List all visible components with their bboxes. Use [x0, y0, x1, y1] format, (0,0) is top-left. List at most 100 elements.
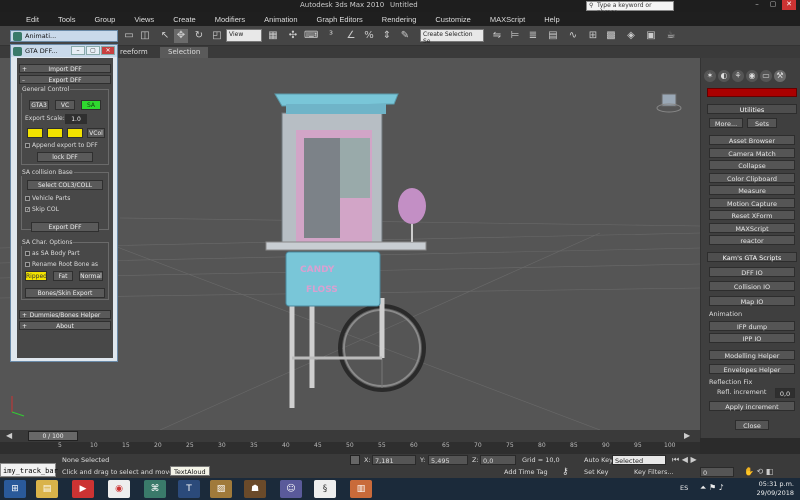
- bone-ripped-button[interactable]: Ripped: [25, 271, 47, 281]
- viewport-nav-icon[interactable]: ✋ ⟲ ◧: [744, 467, 773, 476]
- refl-increment-field[interactable]: 0,0: [775, 388, 795, 398]
- rendered-frame-icon[interactable]: ▣: [644, 29, 658, 43]
- export-scale-field[interactable]: 1.0: [65, 114, 87, 124]
- keyboard-shortcut-icon[interactable]: ⌨: [304, 29, 318, 43]
- bone-normal-button[interactable]: Normal: [79, 271, 103, 281]
- spinner-snap-icon[interactable]: ⇕: [380, 29, 394, 43]
- utilities-tab-icon[interactable]: ⚒: [774, 70, 786, 82]
- menu-maxscript[interactable]: MAXScript: [490, 15, 525, 24]
- maxscript-listener-mini[interactable]: imy_track_bar: [0, 463, 58, 477]
- select-col-button[interactable]: Select COL3/COLL: [27, 180, 103, 190]
- material-editor-icon[interactable]: ▩: [604, 29, 618, 43]
- textaloud-icon[interactable]: T: [178, 480, 200, 498]
- percent-snap-icon[interactable]: %: [362, 29, 376, 43]
- image-viewer-icon[interactable]: ▨: [210, 480, 232, 498]
- bone-fat-button[interactable]: Fat: [53, 271, 73, 281]
- rename-root-bone-checkbox[interactable]: Rename Root Bone as: [25, 261, 98, 268]
- display-tab-icon[interactable]: ▭: [760, 70, 772, 82]
- auto-key-label[interactable]: Auto Key: [584, 456, 613, 464]
- utility-reset-xform[interactable]: Reset XForm: [709, 210, 795, 220]
- y-coordinate-field[interactable]: 5,495: [428, 455, 468, 465]
- utility-camera-match[interactable]: Camera Match: [709, 148, 795, 158]
- animation-window-titlebar[interactable]: Animati...: [10, 30, 118, 42]
- gta-minimize-button[interactable]: –: [71, 46, 85, 55]
- language-indicator[interactable]: ES: [680, 484, 688, 492]
- rotate-icon[interactable]: ↻: [192, 29, 206, 43]
- move-icon[interactable]: ✥: [174, 29, 188, 43]
- reference-coord-dropdown[interactable]: View: [226, 29, 262, 42]
- utility-motion-capture[interactable]: Motion Capture: [709, 198, 795, 208]
- menu-views[interactable]: Views: [134, 15, 154, 24]
- gta-window-titlebar[interactable]: GTA DFF... – ▢ ✕: [11, 45, 117, 57]
- utility-reactor[interactable]: reactor: [709, 235, 795, 245]
- close-utility-button[interactable]: Close: [735, 420, 769, 430]
- scale-option-1[interactable]: [27, 128, 43, 138]
- system-clock[interactable]: 05:31 p.m. 29/09/2018: [757, 480, 794, 498]
- select-region-icon[interactable]: ▭: [122, 29, 136, 43]
- track-bar[interactable]: 5 10 15 20 25 30 35 40 45 50 55 60 65 70…: [0, 442, 700, 454]
- mirror-icon[interactable]: ⇋: [490, 29, 504, 43]
- about-rollout[interactable]: + About: [19, 321, 111, 330]
- slider-prev-icon[interactable]: ◀: [6, 431, 12, 440]
- render-setup-icon[interactable]: ◈: [624, 29, 638, 43]
- pivot-icon[interactable]: ▦: [266, 29, 280, 43]
- angle-snap-icon[interactable]: ∠: [344, 29, 358, 43]
- winrar-icon[interactable]: ▥: [350, 480, 372, 498]
- 3ds-max-icon[interactable]: ⌘: [144, 480, 166, 498]
- import-dff-rollout[interactable]: + Import DFF: [19, 64, 111, 73]
- curve-editor-icon[interactable]: ∿: [566, 29, 580, 43]
- x-coordinate-field[interactable]: 7,181: [372, 455, 416, 465]
- window-crossing-icon[interactable]: ◫: [138, 29, 152, 43]
- key-filters-button[interactable]: Key Filters...: [634, 468, 674, 476]
- layer-manager-icon[interactable]: ≣: [526, 29, 540, 43]
- align-icon[interactable]: ⊨: [508, 29, 522, 43]
- gta-close-button[interactable]: ✕: [101, 46, 115, 55]
- tab-selection[interactable]: Selection: [160, 47, 209, 58]
- select-icon[interactable]: ↖: [158, 29, 172, 43]
- time-slider-thumb[interactable]: 0 / 100: [28, 431, 78, 441]
- discord-icon[interactable]: ☺: [280, 480, 302, 498]
- dummies-helper-rollout[interactable]: + Dummies/Bones Helper: [19, 310, 111, 319]
- menu-animation[interactable]: Animation: [264, 15, 297, 24]
- menu-tools[interactable]: Tools: [58, 15, 76, 24]
- chrome-icon[interactable]: ◉: [108, 480, 130, 498]
- snaps-toggle-icon[interactable]: ³: [324, 29, 338, 43]
- graphite-icon[interactable]: ▤: [546, 29, 560, 43]
- utility-measure[interactable]: Measure: [709, 185, 795, 195]
- append-export-checkbox[interactable]: Append export to DFF: [25, 142, 98, 149]
- render-icon[interactable]: ☕: [664, 29, 678, 43]
- named-selection-dropdown[interactable]: Create Selection Se: [420, 29, 484, 45]
- skip-col-checkbox[interactable]: ✓ Skip COL: [25, 206, 59, 213]
- menu-modifiers[interactable]: Modifiers: [215, 15, 245, 24]
- collision-io-button[interactable]: Collision IO: [709, 281, 795, 291]
- z-coordinate-field[interactable]: 0,0: [480, 455, 516, 465]
- playback-controls-icon[interactable]: ⏮ ◀ ▶: [672, 455, 697, 465]
- current-frame-field[interactable]: 0: [700, 467, 734, 477]
- modelling-helper-button[interactable]: Modelling Helper: [709, 350, 795, 360]
- bones-skin-export-button[interactable]: Bones/Skin Export: [25, 288, 105, 298]
- utility-asset-browser[interactable]: Asset Browser: [709, 135, 795, 145]
- manipulate-icon[interactable]: ✣: [286, 29, 300, 43]
- menu-customize[interactable]: Customize: [435, 15, 470, 24]
- start-button[interactable]: ⊞: [4, 480, 26, 498]
- close-button[interactable]: ✕: [782, 0, 796, 10]
- export-dff-button[interactable]: Export DFF: [31, 222, 99, 232]
- menu-graph-editors[interactable]: Graph Editors: [317, 15, 363, 24]
- lock-selection-icon[interactable]: [350, 455, 360, 465]
- create-tab-icon[interactable]: ✶: [704, 70, 716, 82]
- add-time-tag[interactable]: Add Time Tag: [504, 468, 548, 476]
- set-key-label[interactable]: Set Key: [584, 468, 609, 476]
- motion-tab-icon[interactable]: ◉: [746, 70, 758, 82]
- schematic-view-icon[interactable]: ⊞: [586, 29, 600, 43]
- menu-rendering[interactable]: Rendering: [382, 15, 417, 24]
- utility-maxscript[interactable]: MAXScript: [709, 223, 795, 233]
- ipp-io-button[interactable]: IPP IO: [709, 333, 795, 343]
- vehicle-parts-checkbox[interactable]: Vehicle Parts: [25, 195, 70, 202]
- game-gta3-button[interactable]: GTA3: [29, 100, 49, 110]
- search-input[interactable]: ⚲Type a keyword or phrase: [586, 1, 674, 16]
- auto-key-mode-dropdown[interactable]: Selected: [612, 455, 666, 465]
- map-io-button[interactable]: Map IO: [709, 296, 795, 306]
- apply-increment-button[interactable]: Apply increment: [709, 401, 795, 411]
- menu-help[interactable]: Help: [544, 15, 559, 24]
- menu-create[interactable]: Create: [173, 15, 196, 24]
